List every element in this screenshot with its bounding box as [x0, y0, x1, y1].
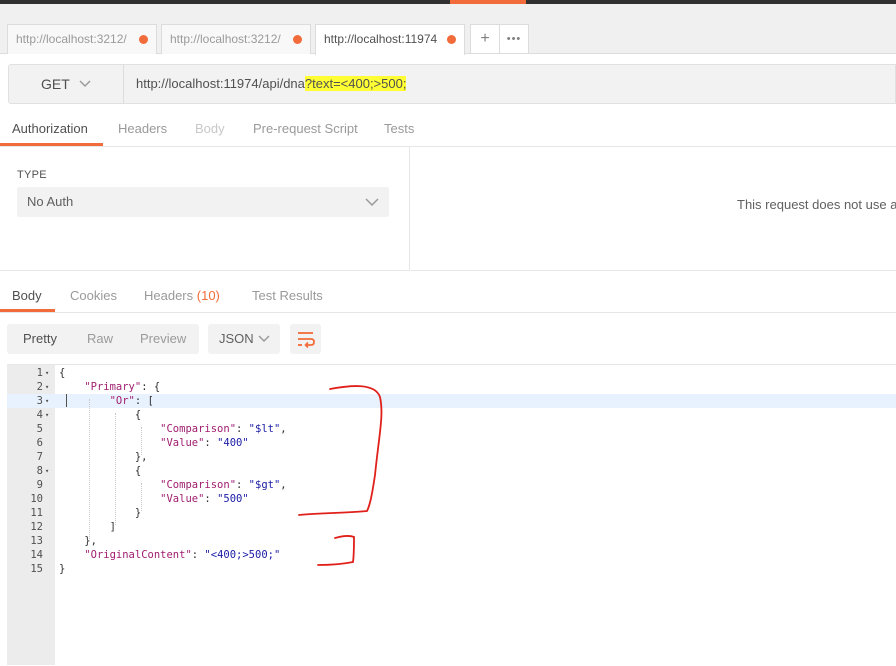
- unsaved-dot-icon: [293, 35, 302, 44]
- language-value: JSON: [219, 331, 254, 346]
- auth-type-value: No Auth: [27, 194, 74, 209]
- url-query-highlight: ?text=<400;>500;: [304, 76, 407, 91]
- method-label: GET: [41, 76, 70, 92]
- tab-response-body[interactable]: Body: [0, 279, 55, 312]
- response-body-editor[interactable]: 1 ▾{2 ▾ "Primary": {3 ▾ "Or": [4 ▾ {5 "Compa…: [7, 364, 896, 665]
- view-mode-pretty[interactable]: Pretty: [23, 324, 57, 354]
- unsaved-dot-icon: [139, 35, 148, 44]
- request-tab-label: http://localhost:11974: [324, 32, 438, 46]
- tab-response-headers-label: Headers: [144, 288, 194, 303]
- auth-info-panel: This request does not use an: [411, 147, 896, 271]
- unsaved-dot-icon: [447, 35, 456, 44]
- chevron-down-icon: [365, 198, 379, 207]
- wrap-lines-icon: [298, 332, 315, 349]
- chevron-down-icon: [79, 80, 91, 88]
- auth-type-panel: TYPE No Auth: [0, 147, 410, 271]
- wrap-lines-button[interactable]: [290, 324, 321, 354]
- request-tab-label: http://localhost:3212/: [170, 32, 281, 46]
- url-input[interactable]: http://localhost:11974/api/dna?text=<400…: [136, 65, 407, 103]
- request-tab[interactable]: http://localhost:3212/: [7, 24, 157, 54]
- tab-cookies[interactable]: Cookies: [70, 279, 117, 312]
- red-annotation-overlay: [298, 385, 383, 566]
- headers-count-badge: (10): [196, 288, 220, 303]
- tab-response-headers[interactable]: Headers (10): [144, 279, 220, 312]
- request-tab[interactable]: http://localhost:3212/: [161, 24, 311, 54]
- view-mode-preview[interactable]: Preview: [140, 324, 186, 354]
- request-subtabs: Authorization Headers Body Pre-request S…: [0, 112, 896, 147]
- view-mode-group: Pretty Raw Preview: [7, 324, 199, 354]
- language-select[interactable]: JSON: [208, 324, 280, 354]
- request-tab-active[interactable]: http://localhost:11974: [315, 24, 465, 55]
- auth-type-select[interactable]: No Auth: [17, 187, 389, 217]
- new-tab-button[interactable]: +: [470, 24, 500, 54]
- request-tab-strip: http://localhost:3212/ http://localhost:…: [0, 4, 896, 55]
- request-url-bar: GET http://localhost:11974/api/dna?text=…: [8, 64, 896, 104]
- tab-test-results[interactable]: Test Results: [252, 279, 323, 312]
- tab-pre-request-script[interactable]: Pre-request Script: [253, 112, 358, 146]
- request-tab-label: http://localhost:3212/: [16, 32, 127, 46]
- tab-headers[interactable]: Headers: [118, 112, 167, 146]
- annotation-bracket: [298, 385, 383, 516]
- more-tabs-button[interactable]: •••: [499, 24, 529, 54]
- annotation-bracket: [317, 535, 355, 566]
- auth-type-label: TYPE: [17, 169, 47, 181]
- view-mode-raw[interactable]: Raw: [87, 324, 113, 354]
- method-select[interactable]: GET: [9, 65, 124, 103]
- tab-tests[interactable]: Tests: [384, 112, 414, 146]
- tab-authorization[interactable]: Authorization: [0, 112, 103, 146]
- chevron-down-icon: [258, 335, 270, 343]
- auth-message: This request does not use an: [737, 197, 896, 212]
- response-tabs: Body Cookies Headers (10) Test Results: [0, 279, 896, 313]
- url-base: http://localhost:11974/api/dna: [136, 76, 305, 91]
- tab-body[interactable]: Body: [195, 112, 225, 146]
